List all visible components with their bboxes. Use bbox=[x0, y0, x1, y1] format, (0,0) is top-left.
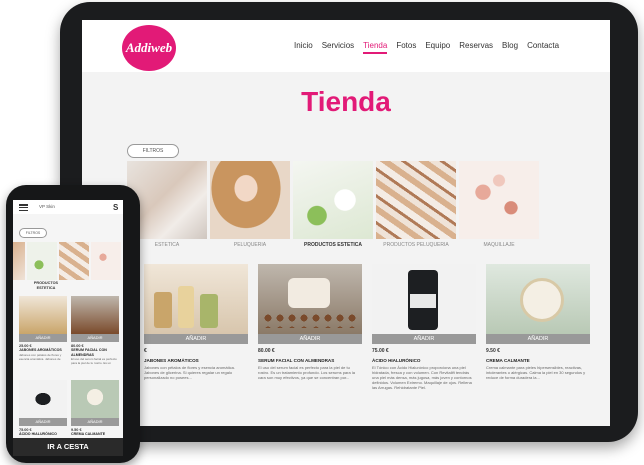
product-name[interactable]: SERUM FACIAL CON ALMENDRAS bbox=[258, 358, 362, 363]
phone-logo[interactable]: S bbox=[113, 203, 118, 212]
product-price: € bbox=[144, 348, 147, 354]
product-name[interactable]: SERUM FACIAL CON ALMENDRAS bbox=[71, 348, 119, 357]
nav-contacta[interactable]: Contacta bbox=[527, 41, 559, 54]
product-card[interactable]: AÑADIR 80.00 € SERUM FACIAL CON ALMENDRA… bbox=[258, 264, 362, 395]
product-name[interactable]: JABONES AROMÁTICOS bbox=[19, 348, 67, 353]
category-label: MAQUILLAJE bbox=[483, 242, 515, 248]
phone-product-card[interactable]: AÑADIR 25.00 € JABONES AROMÁTICOS Jabone… bbox=[19, 296, 67, 361]
product-description: Jabones con pétalos de flores y esencia … bbox=[19, 352, 62, 361]
product-grid: AÑADIR € JABONES AROMÁTICOS Jabones con … bbox=[144, 264, 590, 395]
category-image bbox=[293, 161, 373, 239]
product-card[interactable]: AÑADIR 9.50 € CREMA CALMANTE Crema calma… bbox=[486, 264, 590, 395]
phone-category-label: PRODUCTOS ESTETICA bbox=[33, 281, 59, 290]
add-to-cart-button[interactable]: AÑADIR bbox=[486, 334, 590, 344]
nav-equipo[interactable]: Equipo bbox=[425, 41, 450, 54]
phone-product-card[interactable]: AÑADIR 75.00 € ÁCIDO HIALURÓNICO bbox=[19, 380, 67, 437]
nav-inicio[interactable]: Inicio bbox=[294, 41, 313, 54]
category-list: ESTETICA PELUQUERIA PRODUCTOS ESTETICA P… bbox=[127, 161, 539, 248]
phone-product-card[interactable]: AÑADIR 9.50 € CREMA CALMANTE bbox=[71, 380, 119, 437]
product-description: El Tónico con Ácido Hialurónico proporci… bbox=[372, 365, 472, 390]
add-to-cart-button[interactable]: AÑADIR bbox=[258, 334, 362, 344]
category-label: PELUQUERIA bbox=[233, 242, 267, 248]
product-price: 80.00 € bbox=[258, 348, 275, 354]
nav-reservas[interactable]: Reservas bbox=[459, 41, 493, 54]
nav-servicios[interactable]: Servicios bbox=[322, 41, 354, 54]
site-logo[interactable]: Addiweb bbox=[122, 25, 176, 71]
phone-product-card[interactable]: AÑADIR 80.00 € SERUM FACIAL CON ALMENDRA… bbox=[71, 296, 119, 365]
product-description: Crema calmante para pieles hipersensible… bbox=[486, 365, 586, 380]
product-image bbox=[144, 264, 248, 334]
category-peluqueria[interactable]: PELUQUERIA bbox=[210, 161, 290, 248]
add-to-cart-button[interactable]: AÑADIR bbox=[71, 418, 119, 426]
phone-header: VP Skin S bbox=[13, 200, 123, 214]
add-to-cart-button[interactable]: AÑADIR bbox=[19, 334, 67, 342]
category-image bbox=[459, 161, 539, 239]
product-description: El uso del serum facial es perfecto para… bbox=[71, 357, 117, 365]
product-image bbox=[71, 380, 119, 418]
phone-app-title: VP Skin bbox=[39, 204, 55, 209]
product-image bbox=[19, 380, 67, 418]
product-image bbox=[71, 296, 119, 334]
go-to-cart-button[interactable]: IR A CESTA bbox=[13, 438, 123, 456]
product-name[interactable]: CREMA CALMANTE bbox=[71, 432, 119, 437]
phone-category-strip bbox=[13, 242, 121, 280]
product-price: 9.50 € bbox=[486, 348, 500, 354]
nav-blog[interactable]: Blog bbox=[502, 41, 518, 54]
add-to-cart-button[interactable]: AÑADIR bbox=[144, 334, 248, 344]
phone-category-image[interactable] bbox=[27, 242, 57, 280]
product-image bbox=[486, 264, 590, 334]
phone-category-image[interactable] bbox=[91, 242, 121, 280]
page-title: Tienda bbox=[301, 86, 391, 117]
product-price: 75.00 € bbox=[372, 348, 389, 354]
product-card[interactable]: AÑADIR € JABONES AROMÁTICOS Jabones con … bbox=[144, 264, 248, 395]
add-to-cart-button[interactable]: AÑADIR bbox=[372, 334, 476, 344]
add-to-cart-button[interactable]: AÑADIR bbox=[19, 418, 67, 426]
nav-fotos[interactable]: Fotos bbox=[396, 41, 416, 54]
main-nav: Inicio Servicios Tienda Fotos Equipo Res… bbox=[294, 41, 559, 54]
add-to-cart-button[interactable]: AÑADIR bbox=[71, 334, 119, 342]
product-name[interactable]: CREMA CALMANTE bbox=[486, 358, 590, 363]
product-card[interactable]: AÑADIR 75.00 € ÁCIDO HIALURÓNICO El Tóni… bbox=[372, 264, 476, 395]
phone-category-image[interactable] bbox=[59, 242, 89, 280]
category-image bbox=[210, 161, 290, 239]
product-image bbox=[372, 264, 476, 334]
nav-tienda[interactable]: Tienda bbox=[363, 41, 388, 54]
product-description: El uso del serum facial es perfecto para… bbox=[258, 365, 355, 380]
category-maquillaje[interactable]: MAQUILLAJE bbox=[459, 161, 539, 248]
product-image bbox=[258, 264, 362, 334]
product-image bbox=[19, 296, 67, 334]
tablet-screen: Addiweb Inicio Servicios Tienda Fotos Eq… bbox=[82, 20, 610, 426]
category-label: PRODUCTOS PELUQUERIA bbox=[383, 242, 449, 248]
product-name[interactable]: ÁCIDO HIALURÓNICO bbox=[372, 358, 476, 363]
category-productos-estetica[interactable]: PRODUCTOS ESTETICA bbox=[293, 161, 373, 248]
product-description: Jabones con pétalos de flores y esencia … bbox=[144, 365, 235, 380]
category-label: PRODUCTOS ESTETICA bbox=[304, 242, 362, 248]
hamburger-menu-icon[interactable] bbox=[19, 204, 28, 211]
phone-category-image[interactable] bbox=[13, 242, 25, 280]
phone-filter-button[interactable]: FILTROS bbox=[19, 228, 47, 238]
filter-button[interactable]: FILTROS bbox=[127, 144, 179, 158]
category-productos-peluqueria[interactable]: PRODUCTOS PELUQUERIA bbox=[376, 161, 456, 248]
product-name[interactable]: ÁCIDO HIALURÓNICO bbox=[19, 432, 67, 437]
site-header: Addiweb Inicio Servicios Tienda Fotos Eq… bbox=[82, 20, 610, 72]
phone-screen: VP Skin S FILTROS PRODUCTOS ESTETICA AÑA… bbox=[13, 200, 123, 456]
category-image bbox=[376, 161, 456, 239]
product-name[interactable]: JABONES AROMÁTICOS bbox=[144, 358, 248, 363]
